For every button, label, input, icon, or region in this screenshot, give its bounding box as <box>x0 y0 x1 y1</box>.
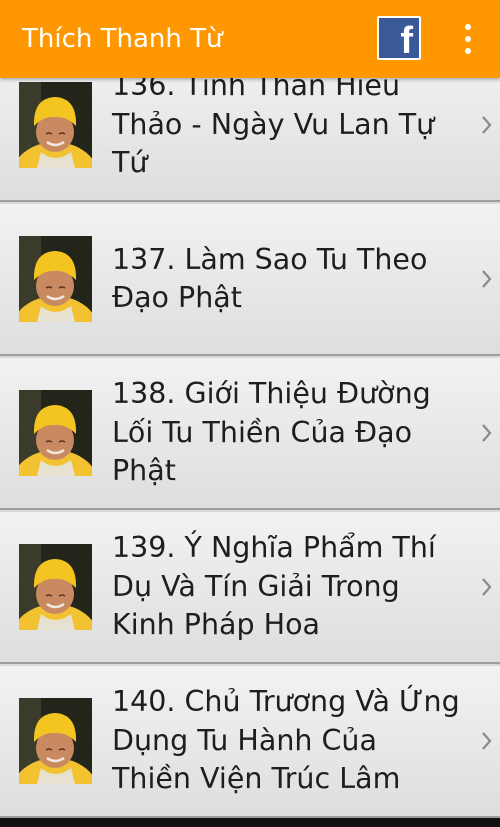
list-item-title: 139. Ý Nghĩa Phẩm Thí Dụ Và Tín Giải Tro… <box>112 531 436 642</box>
chevron-right-icon <box>482 116 492 134</box>
bottom-edge <box>0 818 500 827</box>
chevron-right-icon <box>482 732 492 750</box>
monk-portrait-icon <box>19 544 92 630</box>
list-item[interactable]: 138. Giới Thiệu Đường Lối Tu Thiền Của Đ… <box>0 358 500 510</box>
chevron-right-icon <box>482 424 492 442</box>
monk-portrait-icon <box>19 698 92 784</box>
episode-list: 136. Tình Thần Hiếu Thảo - Ngày Vu Lan T… <box>0 0 500 827</box>
list-item[interactable]: 139. Ý Nghĩa Phẩm Thí Dụ Và Tín Giải Tro… <box>0 512 500 664</box>
list-item[interactable]: 140. Chủ Trương Và Ứng Dụng Tu Hành Của … <box>0 666 500 818</box>
chevron-right-icon <box>482 270 492 288</box>
chevron-right-icon <box>482 578 492 596</box>
app-title: Thích Thanh Từ <box>22 24 223 54</box>
facebook-logo-letter: f <box>400 20 413 62</box>
monk-portrait-icon <box>19 236 92 322</box>
list-item-title: 137. Làm Sao Tu Theo Đạo Phật <box>112 242 428 315</box>
list-item-title: 140. Chủ Trương Và Ứng Dụng Tu Hành Của … <box>112 685 460 796</box>
list-item[interactable]: 137. Làm Sao Tu Theo Đạo Phật <box>0 204 500 356</box>
list-item-title: 138. Giới Thiệu Đường Lối Tu Thiền Của Đ… <box>112 377 431 488</box>
more-vert-icon[interactable] <box>456 22 480 56</box>
monk-portrait-icon <box>19 82 92 168</box>
monk-portrait-icon <box>19 390 92 476</box>
facebook-icon[interactable]: f <box>377 16 421 60</box>
app-bar: Thích Thanh Từ f <box>0 0 500 78</box>
